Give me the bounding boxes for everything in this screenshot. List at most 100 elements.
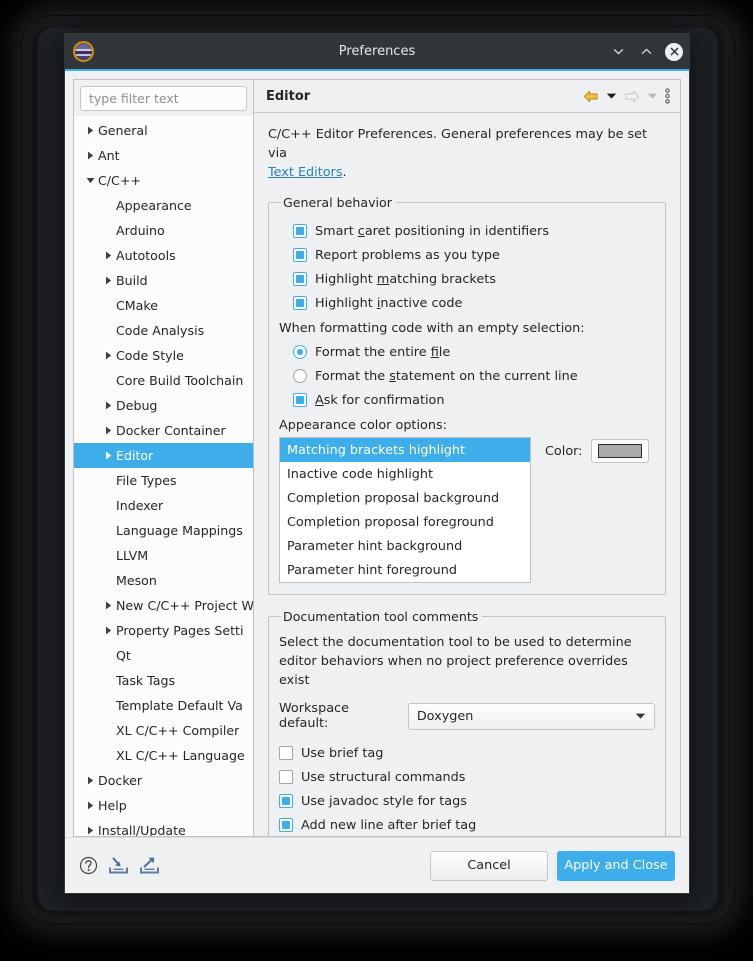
- workspace-default-select[interactable]: Doxygen: [407, 702, 655, 730]
- sidebar-item-ant[interactable]: Ant: [74, 143, 253, 168]
- format-selection-label: When formatting code with an empty selec…: [279, 321, 585, 336]
- sidebar-item-autotools[interactable]: Autotools: [74, 243, 253, 268]
- sidebar-item-debug[interactable]: Debug: [74, 393, 253, 418]
- sidebar-item-help[interactable]: Help: [74, 793, 253, 818]
- sidebar-item-llvm[interactable]: LLVM: [74, 543, 253, 568]
- checkbox-use-structural-commands[interactable]: Use structural commands: [279, 765, 655, 789]
- twisty-collapsed-icon[interactable]: [100, 251, 116, 260]
- color-label: Color:: [545, 443, 583, 459]
- sidebar-item-appearance[interactable]: Appearance: [74, 193, 253, 218]
- twisty-collapsed-icon[interactable]: [100, 401, 116, 410]
- sidebar-item-label: Code Analysis: [116, 323, 205, 338]
- sidebar-item-label: Autotools: [116, 248, 176, 263]
- color-option-matching-brackets-highlight[interactable]: Matching brackets highlight: [280, 438, 530, 462]
- color-picker-button[interactable]: [590, 439, 649, 463]
- checkbox-label: Report problems as you type: [315, 247, 500, 263]
- checkbox-box: [279, 746, 293, 760]
- color-option-completion-proposal-background[interactable]: Completion proposal background: [280, 486, 530, 510]
- sidebar-item-qt[interactable]: Qt: [74, 643, 253, 668]
- twisty-collapsed-icon[interactable]: [82, 151, 98, 160]
- checkbox-add-new-line-after-brief-tag[interactable]: Add new line after brief tag: [279, 813, 655, 836]
- preferences-sidebar: General Ant C/C++ Appearance Arduino Autotool…: [73, 79, 253, 837]
- sidebar-item-docker[interactable]: Docker: [74, 768, 253, 793]
- back-chevron-down-icon[interactable]: [606, 92, 617, 100]
- twisty-collapsed-icon[interactable]: [82, 126, 98, 135]
- vertical-dots-icon[interactable]: [665, 88, 670, 104]
- sidebar-item-property-pages-setti[interactable]: Property Pages Setti: [74, 618, 253, 643]
- sidebar-item-xl-c-c-compiler[interactable]: XL C/C++ Compiler: [74, 718, 253, 743]
- forward-chevron-down-icon: [647, 92, 658, 100]
- twisty-collapsed-icon[interactable]: [82, 801, 98, 810]
- ask-for-confirmation-checkbox[interactable]: Ask for confirmation: [279, 388, 655, 412]
- sidebar-item-label: Docker: [98, 773, 143, 788]
- twisty-collapsed-icon[interactable]: [82, 826, 98, 835]
- sidebar-item-new-c-c-project-w[interactable]: New C/C++ Project W: [74, 593, 253, 618]
- sidebar-item-meson[interactable]: Meson: [74, 568, 253, 593]
- sidebar-item-code-analysis[interactable]: Code Analysis: [74, 318, 253, 343]
- general-behavior-checkbox-list: Smart caret positioning in identifiers Re…: [279, 219, 655, 315]
- twisty-expanded-icon[interactable]: [82, 176, 98, 185]
- back-arrow-icon[interactable]: [583, 90, 599, 103]
- eclipse-icon: [73, 41, 94, 62]
- sidebar-item-template-default-va[interactable]: Template Default Va: [74, 693, 253, 718]
- checkbox-smart-caret-positioning-in-identifiers[interactable]: Smart caret positioning in identifiers: [279, 219, 655, 243]
- sidebar-item-indexer[interactable]: Indexer: [74, 493, 253, 518]
- apply-and-close-button[interactable]: Apply and Close: [557, 850, 675, 881]
- window-controls: [609, 42, 683, 61]
- checkbox-highlight-inactive-code[interactable]: Highlight inactive code: [279, 291, 655, 315]
- sidebar-item-editor[interactable]: Editor: [74, 443, 253, 468]
- radio-format-the-statement-on-the-current-line[interactable]: Format the statement on the current line: [279, 364, 655, 388]
- sidebar-item-cmake[interactable]: CMake: [74, 293, 253, 318]
- color-option-inactive-code-highlight[interactable]: Inactive code highlight: [280, 462, 530, 486]
- color-options-list[interactable]: Matching brackets highlight Inactive code…: [279, 437, 531, 583]
- documentation-description: Select the documentation tool to be used…: [279, 635, 632, 688]
- checkbox-use-brief-tag[interactable]: Use brief tag: [279, 741, 655, 765]
- sidebar-item-build[interactable]: Build: [74, 268, 253, 293]
- twisty-collapsed-icon[interactable]: [100, 351, 116, 360]
- sidebar-item-docker-container[interactable]: Docker Container: [74, 418, 253, 443]
- sidebar-item-label: XL C/C++ Compiler: [116, 723, 240, 738]
- desktop-background: Preferences GeneralAntC/C++Appe: [0, 0, 753, 961]
- chevron-down-icon: [635, 709, 646, 724]
- twisty-collapsed-icon[interactable]: [100, 276, 116, 285]
- color-options-area: Matching brackets highlight Inactive code…: [279, 437, 655, 583]
- color-option-completion-proposal-foreground[interactable]: Completion proposal foreground: [280, 510, 530, 534]
- twisty-collapsed-icon[interactable]: [100, 426, 116, 435]
- import-icon[interactable]: [108, 856, 129, 875]
- preferences-tree[interactable]: General Ant C/C++ Appearance Arduino Autotool…: [74, 116, 253, 836]
- sidebar-item-xl-c-c-language[interactable]: XL C/C++ Language: [74, 743, 253, 768]
- sidebar-item-c-c[interactable]: C/C++: [74, 168, 253, 193]
- sidebar-item-general[interactable]: General: [74, 118, 253, 143]
- sidebar-item-file-types[interactable]: File Types: [74, 468, 253, 493]
- minimize-icon[interactable]: [609, 42, 628, 61]
- twisty-collapsed-icon[interactable]: [100, 451, 116, 460]
- documentation-legend: Documentation tool comments: [283, 609, 479, 624]
- checkbox-highlight-matching-brackets[interactable]: Highlight matching brackets: [279, 267, 655, 291]
- close-icon[interactable]: [665, 42, 683, 61]
- export-icon[interactable]: [139, 856, 160, 875]
- sidebar-item-install-update[interactable]: Install/Update: [74, 818, 253, 836]
- window-title: Preferences: [338, 44, 416, 59]
- radio-format-the-entire-file[interactable]: Format the entire file: [279, 340, 655, 364]
- checkbox-report-problems-as-you-type[interactable]: Report problems as you type: [279, 243, 655, 267]
- sidebar-item-core-build-toolchain[interactable]: Core Build Toolchain: [74, 368, 253, 393]
- twisty-collapsed-icon[interactable]: [82, 776, 98, 785]
- help-icon[interactable]: [79, 856, 98, 875]
- checkbox-use-javadoc-style-for-tags[interactable]: Use javadoc style for tags: [279, 789, 655, 813]
- radio-box: [293, 369, 307, 383]
- sidebar-item-task-tags[interactable]: Task Tags: [74, 668, 253, 693]
- twisty-collapsed-icon[interactable]: [100, 601, 116, 610]
- maximize-icon[interactable]: [637, 42, 656, 61]
- sidebar-item-label: CMake: [116, 298, 158, 313]
- search-input[interactable]: [80, 86, 247, 111]
- sidebar-item-code-style[interactable]: Code Style: [74, 343, 253, 368]
- content-header: Editor: [254, 80, 680, 113]
- sidebar-item-language-mappings[interactable]: Language Mappings: [74, 518, 253, 543]
- text-editors-link[interactable]: Text Editors: [268, 165, 343, 180]
- twisty-collapsed-icon[interactable]: [100, 626, 116, 635]
- sidebar-item-label: Build: [116, 273, 148, 288]
- color-option-parameter-hint-background[interactable]: Parameter hint background: [280, 534, 530, 558]
- color-option-parameter-hint-foreground[interactable]: Parameter hint foreground: [280, 558, 530, 582]
- cancel-button[interactable]: Cancel: [430, 850, 548, 881]
- sidebar-item-arduino[interactable]: Arduino: [74, 218, 253, 243]
